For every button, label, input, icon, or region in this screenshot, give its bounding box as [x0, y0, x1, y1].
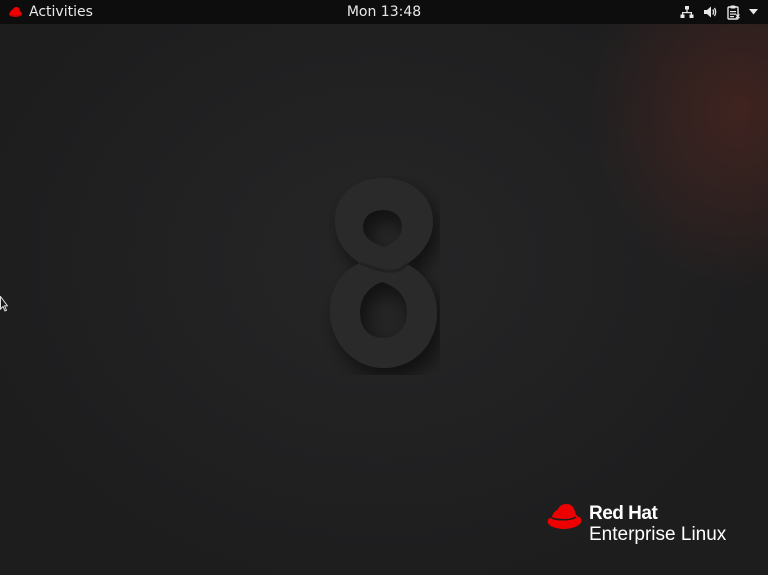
clipboard-icon[interactable]: [727, 5, 740, 20]
clock-area: Mon 13:48: [0, 0, 768, 24]
brand-line-enterprise-linux: Enterprise Linux: [589, 524, 727, 545]
redhat-hat-icon: [8, 6, 23, 18]
top-bar: Activities Mon 13:48: [0, 0, 768, 24]
system-tray[interactable]: [680, 0, 758, 24]
clock-button[interactable]: Mon 13:48: [347, 4, 421, 20]
network-wired-icon[interactable]: [680, 5, 694, 19]
volume-icon[interactable]: [703, 5, 718, 19]
dropdown-arrow-icon[interactable]: [749, 9, 758, 15]
mouse-pointer-icon: [0, 294, 9, 316]
activities-button[interactable]: Activities: [8, 0, 93, 24]
brand-line-redhat: Red Hat: [589, 503, 658, 524]
desktop[interactable]: Activities Mon 13:48 Red Hat Enterprise …: [0, 0, 768, 575]
redhat-enterprise-linux-logo: Red Hat Enterprise Linux: [546, 498, 746, 548]
redhat-hat-icon: [546, 501, 584, 535]
rhel8-emblem: [320, 175, 440, 375]
activities-label: Activities: [29, 4, 93, 20]
